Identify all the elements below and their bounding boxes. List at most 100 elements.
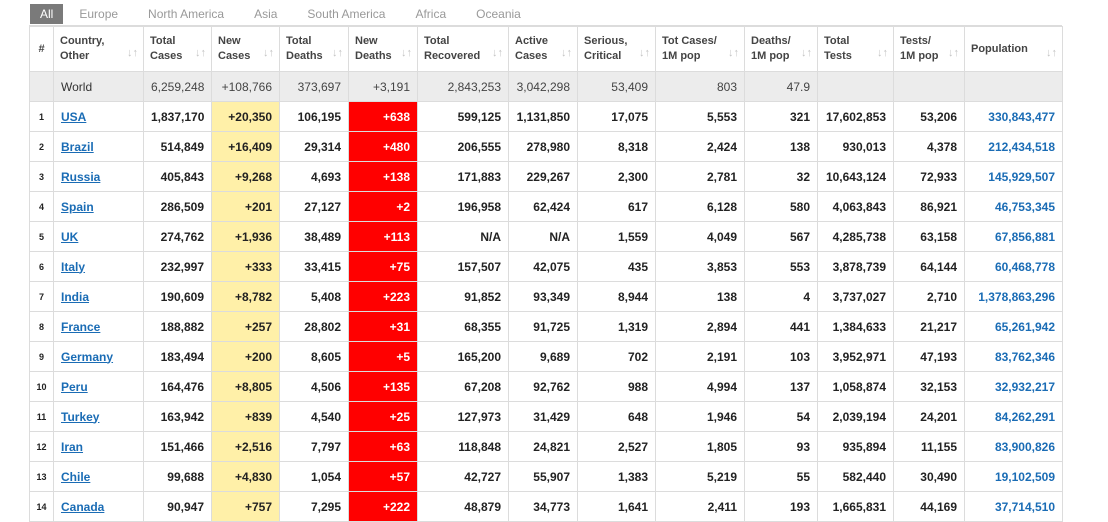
serious-critical-cell: 8,944 [577, 281, 656, 312]
tests-per-1m-cell [893, 71, 965, 102]
total-deaths-cell: 106,195 [279, 101, 349, 132]
total-cases-cell: 514,849 [143, 131, 212, 162]
country-link[interactable]: Russia [61, 170, 100, 184]
total-recovered-cell: 2,843,253 [417, 71, 509, 102]
country-row: 4 Spain 286,509 +201 27,127 +2 196,958 62,424 61… [29, 191, 1063, 222]
country-cell: France [53, 311, 144, 342]
row-number: 3 [29, 161, 54, 192]
cases-per-1m-cell: 5,219 [655, 461, 745, 492]
sort-arrows-icon[interactable]: ↓↑ [948, 46, 959, 61]
population-cell: 19,102,509 [964, 461, 1063, 492]
total-cases-cell: 190,609 [143, 281, 212, 312]
sort-arrows-icon[interactable]: ↓↑ [263, 46, 274, 61]
country-row: 7 India 190,609 +8,782 5,408 +223 91,852 93,349… [29, 281, 1063, 312]
country-link[interactable]: Turkey [61, 410, 99, 424]
country-link[interactable]: Germany [61, 350, 113, 364]
country-row: 6 Italy 232,997 +333 33,415 +75 157,507 42,075 4… [29, 251, 1063, 282]
country-row: 14 Canada 90,947 +757 7,295 +222 48,879 34,773 1… [29, 491, 1063, 522]
cases-per-1m-cell: 6,128 [655, 191, 745, 222]
country-link[interactable]: Iran [61, 440, 83, 454]
total-cases-cell: 90,947 [143, 491, 212, 522]
sort-arrows-icon[interactable]: ↓↑ [492, 46, 503, 61]
row-number: 14 [29, 491, 54, 522]
header-active-cases[interactable]: Active Cases ↓↑ [508, 26, 578, 72]
country-link[interactable]: Canada [61, 500, 104, 514]
row-number: 11 [29, 401, 54, 432]
header-total-recovered[interactable]: Total Recovered ↓↑ [417, 26, 509, 72]
country-link[interactable]: UK [61, 230, 78, 244]
tab-south-america[interactable]: South America [299, 4, 393, 24]
sort-arrows-icon[interactable]: ↓↑ [1046, 46, 1057, 61]
total-tests-cell: 3,952,971 [817, 341, 894, 372]
sort-arrows-icon[interactable]: ↓↑ [195, 46, 206, 61]
sort-arrows-icon[interactable]: ↓↑ [127, 46, 138, 61]
tab-europe[interactable]: Europe [71, 4, 126, 24]
sort-arrows-icon[interactable]: ↓↑ [801, 46, 812, 61]
population-cell: 60,468,778 [964, 251, 1063, 282]
country-link[interactable]: India [61, 290, 89, 304]
sort-arrows-icon[interactable]: ↓↑ [401, 46, 412, 61]
country-link[interactable]: France [61, 320, 100, 334]
tab-all[interactable]: All [30, 4, 64, 24]
country-link[interactable]: Italy [61, 260, 85, 274]
header-total-tests[interactable]: Total Tests ↓↑ [817, 26, 894, 72]
active-cases-cell: 278,980 [508, 131, 578, 162]
total-cases-cell: 232,997 [143, 251, 212, 282]
country-row: 12 Iran 151,466 +2,516 7,797 +63 118,848 24,821… [29, 431, 1063, 462]
header-label: Country, Other [60, 35, 105, 62]
row-number: 13 [29, 461, 54, 492]
sort-arrows-icon[interactable]: ↓↑ [561, 46, 572, 61]
tab-north-america[interactable]: North America [140, 4, 232, 24]
tab-oceania[interactable]: Oceania [468, 4, 529, 24]
active-cases-cell: 92,762 [508, 371, 578, 402]
country-link[interactable]: USA [61, 110, 86, 124]
serious-critical-cell: 1,559 [577, 221, 656, 252]
serious-critical-cell: 435 [577, 251, 656, 282]
total-cases-cell: 164,476 [143, 371, 212, 402]
deaths-per-1m-cell: 441 [744, 311, 818, 342]
sort-arrows-icon[interactable]: ↓↑ [639, 46, 650, 61]
population-cell: 84,262,291 [964, 401, 1063, 432]
tests-per-1m-cell: 53,206 [893, 101, 965, 132]
header-cases-per-1m[interactable]: Tot Cases/ 1M pop ↓↑ [655, 26, 745, 72]
sort-arrows-icon[interactable]: ↓↑ [877, 46, 888, 61]
cases-per-1m-cell: 4,994 [655, 371, 745, 402]
sort-arrows-icon[interactable]: ↓↑ [728, 46, 739, 61]
header-deaths-per-1m[interactable]: Deaths/ 1M pop ↓↑ [744, 26, 818, 72]
tab-asia[interactable]: Asia [246, 4, 285, 24]
covid-table-container: # Country, Other ↓↑ Total Cases ↓↑ New Cases ↓… [29, 25, 1063, 522]
population-cell: 1,378,863,296 [964, 281, 1063, 312]
cases-per-1m-cell: 4,049 [655, 221, 745, 252]
cases-per-1m-cell: 2,781 [655, 161, 745, 192]
header-country[interactable]: Country, Other ↓↑ [53, 26, 144, 72]
new-cases-cell: +1,936 [211, 221, 280, 252]
header-serious-critical[interactable]: Serious, Critical ↓↑ [577, 26, 656, 72]
tests-per-1m-cell: 4,378 [893, 131, 965, 162]
country-link[interactable]: Peru [61, 380, 88, 394]
country-row: 3 Russia 405,843 +9,268 4,693 +138 171,883 229,… [29, 161, 1063, 192]
country-link[interactable]: Brazil [61, 140, 94, 154]
active-cases-cell: 55,907 [508, 461, 578, 492]
total-tests-cell: 1,384,633 [817, 311, 894, 342]
sort-arrows-icon[interactable]: ↓↑ [332, 46, 343, 61]
header-population[interactable]: Population ↓↑ [964, 26, 1063, 72]
serious-critical-cell: 17,075 [577, 101, 656, 132]
header-total-deaths[interactable]: Total Deaths ↓↑ [279, 26, 349, 72]
row-number: 6 [29, 251, 54, 282]
new-cases-cell: +257 [211, 311, 280, 342]
active-cases-cell: 9,689 [508, 341, 578, 372]
serious-critical-cell: 53,409 [577, 71, 656, 102]
country-link[interactable]: Spain [61, 200, 94, 214]
country-cell: Iran [53, 431, 144, 462]
country-link[interactable]: Chile [61, 470, 90, 484]
header-tests-per-1m[interactable]: Tests/ 1M pop ↓↑ [893, 26, 965, 72]
row-number: 7 [29, 281, 54, 312]
tab-africa[interactable]: Africa [407, 4, 454, 24]
country-row: 2 Brazil 514,849 +16,409 29,314 +480 206,555 27… [29, 131, 1063, 162]
header-total-cases[interactable]: Total Cases ↓↑ [143, 26, 212, 72]
header-new-cases[interactable]: New Cases ↓↑ [211, 26, 280, 72]
serious-critical-cell: 988 [577, 371, 656, 402]
total-cases-cell: 1,837,170 [143, 101, 212, 132]
header-label: Tot Cases/ 1M pop [662, 35, 717, 62]
header-new-deaths[interactable]: New Deaths ↓↑ [348, 26, 418, 72]
